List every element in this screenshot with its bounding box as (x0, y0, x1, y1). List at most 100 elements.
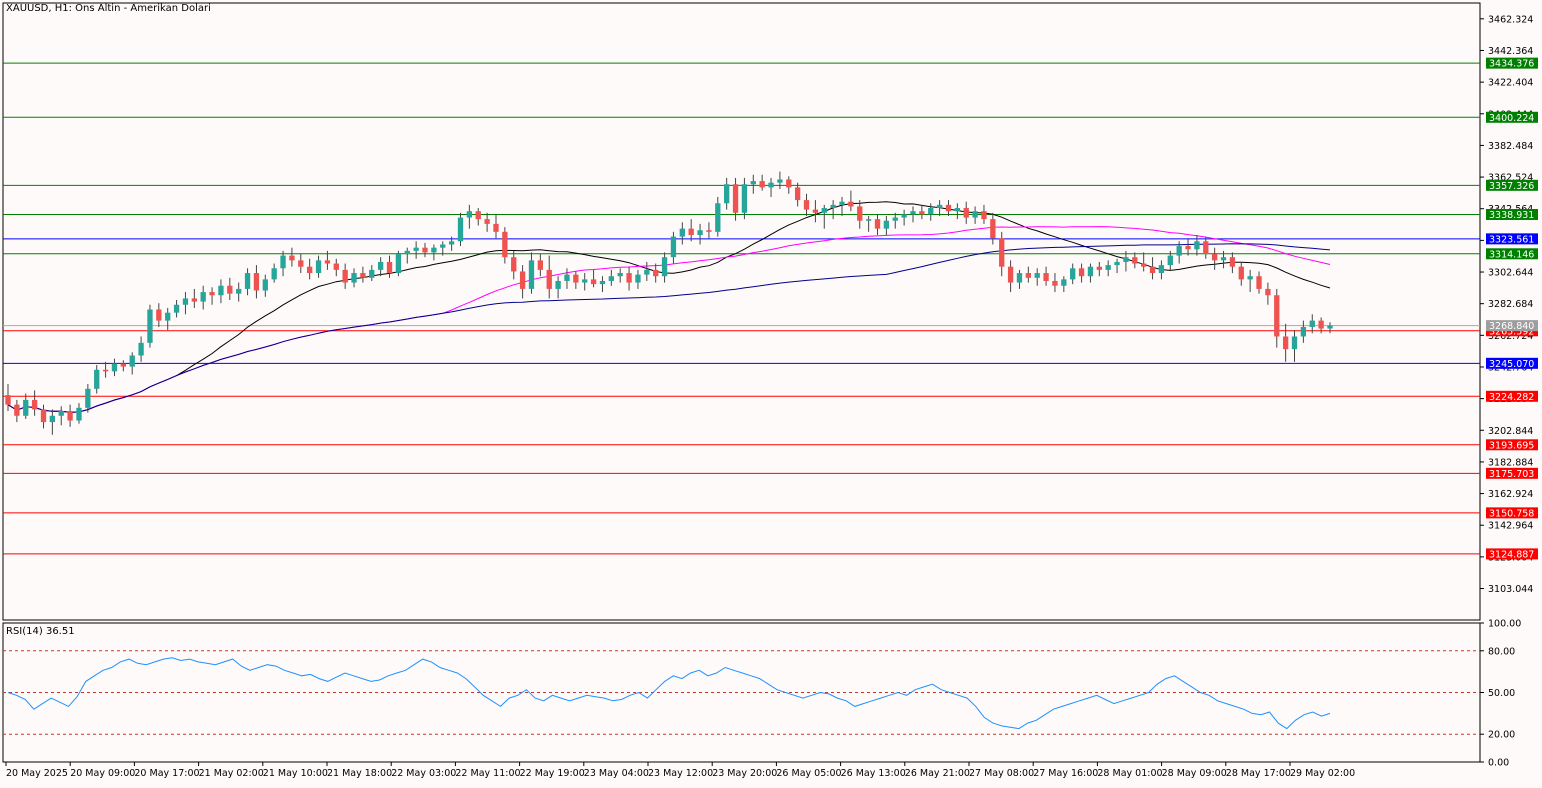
candle (1078, 263, 1085, 283)
candle (1194, 234, 1200, 256)
candle (1300, 320, 1307, 343)
candle (280, 250, 286, 277)
candle (1274, 288, 1280, 348)
candle-body (1087, 266, 1094, 277)
candle-body (386, 261, 393, 274)
candle-body (732, 184, 739, 213)
candle-body (1034, 273, 1040, 278)
rsi-tick-label: 20.00 (1488, 730, 1515, 741)
current-price-label: 3268.840 (1489, 321, 1534, 332)
candle (431, 244, 437, 261)
candle-body (502, 231, 508, 258)
candle (5, 384, 11, 412)
candle-body (874, 219, 881, 229)
candle-body (1123, 257, 1129, 262)
candle (812, 200, 819, 223)
candle (484, 212, 490, 232)
candle (697, 223, 703, 245)
candle-body (1149, 266, 1156, 274)
candle (555, 276, 561, 299)
candle-body (812, 209, 819, 213)
moving-averages-layer (7, 201, 1331, 413)
candle-body (706, 230, 712, 232)
candle (519, 265, 526, 299)
candle-body (120, 363, 127, 367)
candle-body (644, 269, 650, 275)
candle-body (1043, 273, 1049, 281)
candle-body (936, 204, 943, 209)
candle (777, 171, 783, 190)
candle-body (963, 208, 969, 218)
candle-body (679, 228, 685, 237)
candle (635, 269, 641, 289)
candle (590, 269, 597, 288)
time-tick-label: 29 May 02:00 (1290, 768, 1355, 779)
price-tick-label: 3382.484 (1488, 141, 1533, 152)
price-level-label: 3400.224 (1489, 113, 1534, 124)
candle-body (1132, 257, 1138, 264)
candle-body (759, 181, 765, 188)
candle-body (280, 255, 286, 269)
candle-body (1070, 268, 1076, 280)
candle (76, 403, 82, 424)
rsi-tick-label: 80.00 (1488, 646, 1515, 657)
candle (200, 285, 206, 310)
candle-body (573, 274, 579, 283)
candle (511, 250, 517, 280)
candle-body (102, 369, 109, 372)
candle (972, 206, 978, 224)
candle (1132, 252, 1138, 269)
candle (147, 304, 153, 348)
candle (661, 252, 668, 283)
candle-body (511, 257, 517, 272)
candle (1185, 238, 1191, 256)
candle-body (945, 204, 952, 212)
candle (377, 257, 384, 277)
candle (138, 336, 144, 362)
candle (475, 208, 481, 226)
candle-body (360, 273, 366, 278)
price-level-label: 3338.931 (1489, 210, 1534, 221)
candle (422, 242, 428, 258)
candle-body (457, 217, 464, 242)
candle (342, 263, 348, 289)
candle-body (307, 266, 313, 274)
candle-body (209, 292, 215, 296)
candle (644, 261, 650, 281)
candle-body (803, 200, 810, 210)
candle (857, 200, 863, 229)
candle (1096, 261, 1102, 277)
price-level-label: 3323.561 (1489, 234, 1534, 245)
candle (369, 265, 375, 281)
rsi-tick-label: 50.00 (1488, 688, 1515, 699)
time-tick-label: 23 May 12:00 (648, 768, 713, 779)
rsi-tick-label: 0.00 (1488, 758, 1509, 769)
candle (173, 300, 180, 318)
price-level-label: 3224.282 (1489, 392, 1534, 403)
candle (298, 254, 304, 274)
candle (759, 174, 765, 191)
candle-body (1229, 257, 1236, 267)
candle-body (324, 260, 331, 264)
candle-body (848, 201, 854, 207)
candle-body (227, 285, 233, 294)
candle-body (857, 206, 863, 221)
candle (1282, 323, 1289, 362)
candle (963, 201, 969, 224)
candle (413, 241, 419, 259)
candle-body (1025, 273, 1031, 278)
candle-body (786, 179, 792, 188)
candle-body (1220, 257, 1227, 261)
time-tick-label: 21 May 18:00 (327, 768, 392, 779)
chart-svg: 3462.3243442.3643422.4043402.4443382.484… (2, 2, 1538, 779)
candle-body (76, 407, 82, 421)
candle (182, 292, 189, 315)
candle-body (129, 355, 135, 367)
candle (1327, 322, 1333, 334)
candle (750, 174, 756, 194)
candle-body (173, 304, 180, 313)
time-tick-label: 20 May 17:00 (134, 768, 199, 779)
candle (85, 384, 91, 413)
candle (608, 269, 614, 286)
candle-body (777, 179, 783, 183)
